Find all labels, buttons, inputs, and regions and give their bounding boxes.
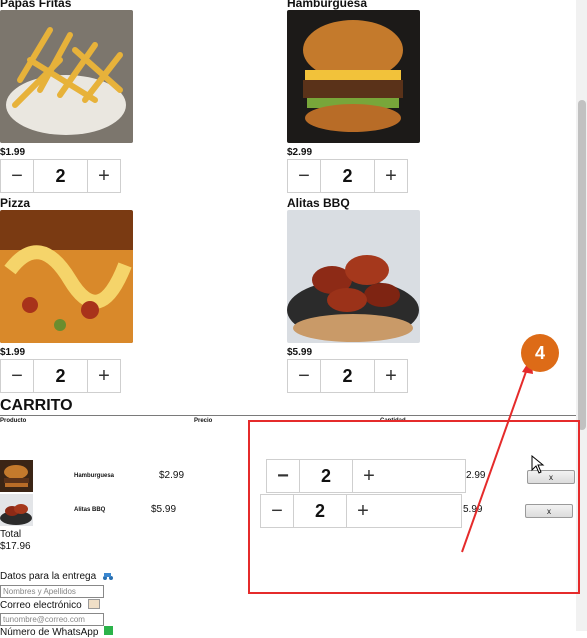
annotation-arrow xyxy=(461,358,533,553)
mouse-cursor-icon xyxy=(531,455,545,474)
annotation-badge: 4 xyxy=(521,334,559,372)
